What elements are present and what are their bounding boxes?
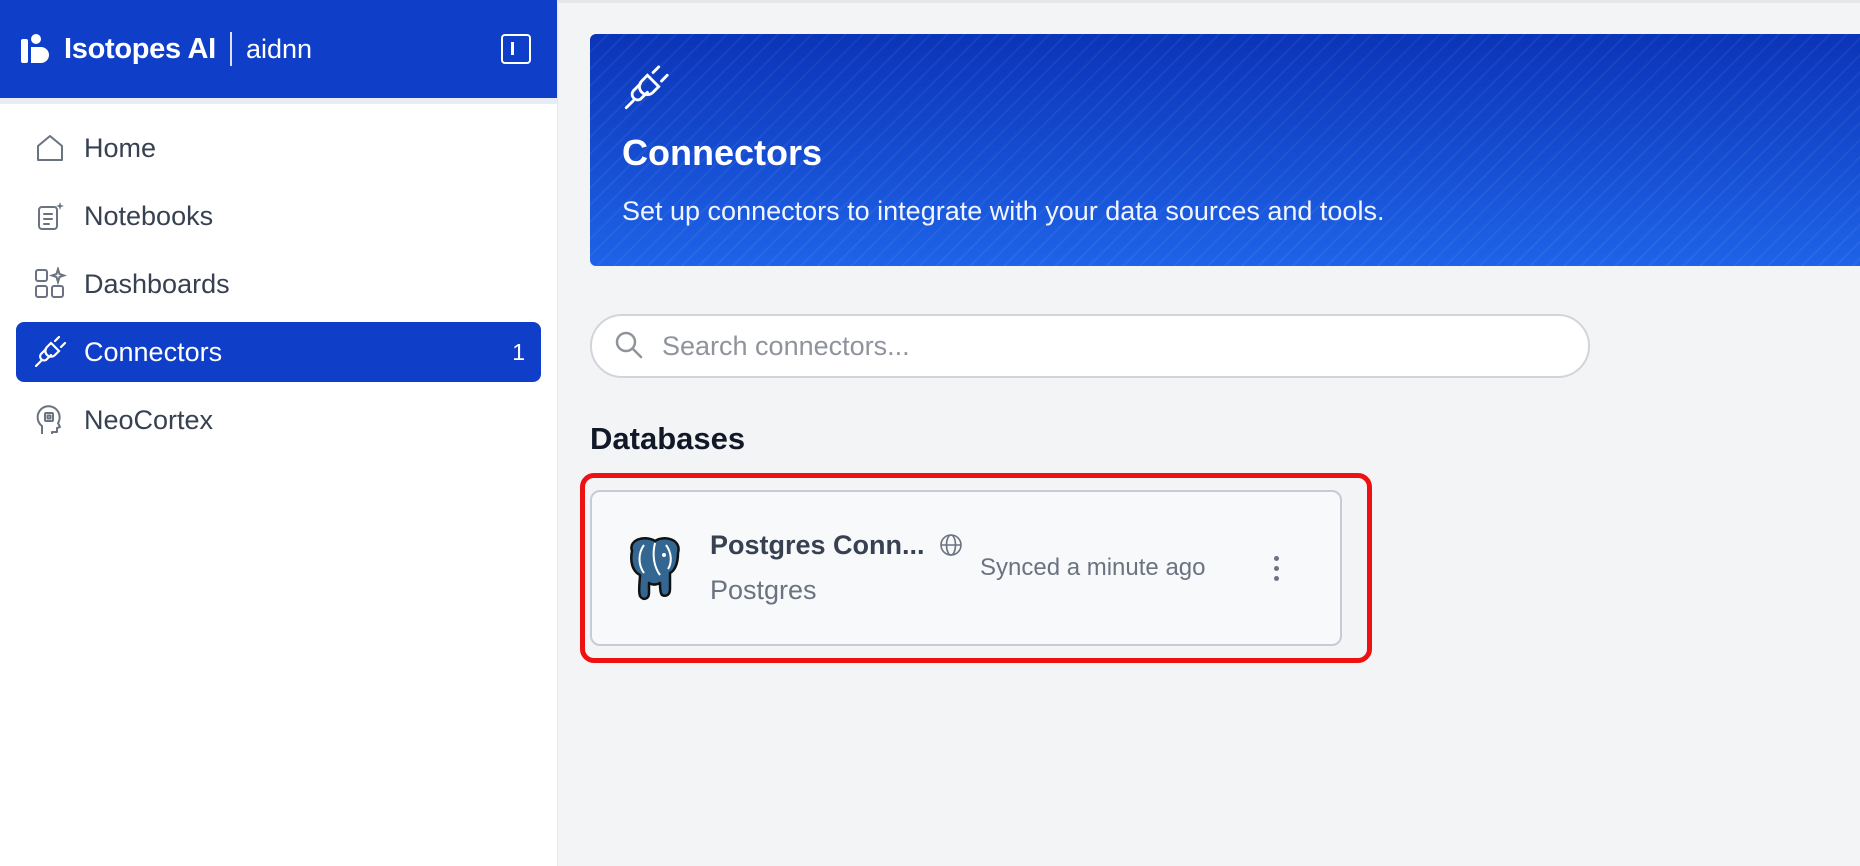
sidebar-item-label: Dashboards [84, 268, 230, 299]
home-icon [32, 130, 68, 166]
sidebar-item-label: Notebooks [84, 200, 214, 231]
sync-status: Synced a minute ago [980, 554, 1206, 581]
sidebar-nav: Home Notebooks Dashboards Connectors 1 N… [0, 104, 557, 472]
sidebar-item-neocortex[interactable]: NeoCortex [16, 390, 541, 450]
brand-header: Isotopes AI aidnn [0, 0, 557, 98]
kebab-dot [1273, 575, 1279, 581]
sidebar-item-label: Home [84, 132, 157, 163]
notebook-icon [32, 198, 68, 234]
sidebar-item-connectors[interactable]: Connectors 1 [16, 322, 541, 382]
connector-name: Postgres Conn... [710, 530, 925, 560]
kebab-dot [1273, 565, 1279, 571]
page-header-banner: Connectors Set up connectors to integrat… [590, 34, 1860, 266]
search-bar[interactable] [590, 314, 1590, 378]
globe-icon [939, 533, 963, 559]
workspace-name[interactable]: aidnn [246, 34, 312, 65]
brand-separator [229, 32, 232, 66]
kebab-dot [1273, 555, 1279, 561]
sidebar-item-home[interactable]: Home [16, 118, 541, 178]
connector-type: Postgres [710, 575, 817, 605]
isotopes-logo-icon [18, 32, 52, 66]
top-border [558, 0, 1860, 3]
main-content: Connectors Set up connectors to integrat… [558, 0, 1860, 866]
sidebar: Isotopes AI aidnn Home Notebooks Dashboa… [0, 0, 558, 866]
connector-card[interactable]: Postgres Conn... Postgres Synced a minut… [590, 490, 1342, 646]
connector-name-row: Postgres Conn... [710, 530, 962, 561]
connector-count-badge: 1 [512, 338, 525, 365]
brain-head-icon [32, 402, 68, 438]
more-options-icon[interactable] [1266, 548, 1286, 588]
dashboard-icon [32, 266, 68, 302]
page-subtitle: Set up connectors to integrate with your… [622, 196, 1385, 226]
plug-icon [32, 334, 68, 370]
search-input[interactable] [662, 330, 1566, 362]
plug-icon [622, 64, 672, 114]
sidebar-toggle-button[interactable] [501, 34, 531, 64]
sidebar-item-dashboards[interactable]: Dashboards [16, 254, 541, 314]
connector-info: Postgres Conn... Postgres [710, 530, 962, 606]
sidebar-item-label: NeoCortex [84, 404, 214, 435]
postgres-elephant-logo [622, 533, 688, 603]
sidebar-item-label: Connectors [84, 336, 223, 367]
page-title: Connectors [622, 132, 823, 173]
search-icon [614, 330, 646, 362]
sidebar-item-notebooks[interactable]: Notebooks [16, 186, 541, 246]
brand-name: Isotopes AI [64, 32, 216, 65]
section-title-databases: Databases [590, 421, 746, 456]
